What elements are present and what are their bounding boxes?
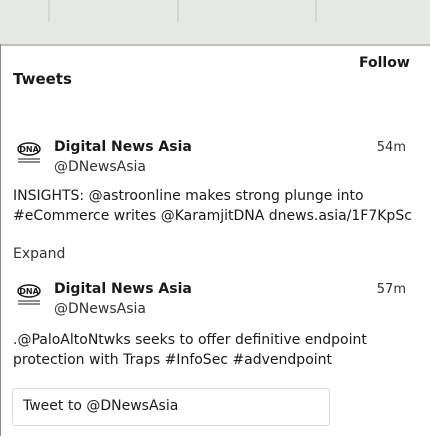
dna-logo-icon[interactable]: DNA — [16, 282, 42, 308]
tweet-text: INSIGHTS: @astroonline makes strong plun… — [13, 188, 412, 224]
svg-text:DNA: DNA — [19, 287, 39, 296]
svg-text:DNA: DNA — [19, 145, 39, 154]
tweet-author-handle[interactable]: @DNewsAsia — [54, 159, 146, 175]
strip-divider — [48, 0, 50, 22]
dna-logo-icon[interactable]: DNA — [16, 140, 42, 166]
strip-divider — [315, 0, 317, 22]
widget-title: Tweets — [13, 70, 72, 88]
tweet-author-name[interactable]: Digital News Asia — [54, 139, 192, 155]
expand-link[interactable]: Expand — [13, 246, 65, 262]
tweet-author-name[interactable]: Digital News Asia — [54, 281, 192, 297]
tweet-to-label: Tweet to @DNewsAsia — [23, 398, 179, 414]
tweet-author-handle[interactable]: @DNewsAsia — [54, 301, 146, 317]
browser-top-strip — [0, 0, 430, 44]
strip-divider — [177, 0, 179, 22]
follow-button[interactable]: Follow — [359, 49, 430, 77]
twitter-timeline-widget — [0, 44, 430, 438]
tweet-text: .@PaloAltoNtwks seeks to offer definitiv… — [13, 332, 367, 368]
tweet-to-button[interactable]: Tweet to @DNewsAsia — [12, 388, 330, 426]
widget-left-border — [0, 44, 1, 436]
tweet-timestamp[interactable]: 54m — [377, 140, 406, 155]
tweet-timestamp[interactable]: 57m — [377, 282, 406, 297]
